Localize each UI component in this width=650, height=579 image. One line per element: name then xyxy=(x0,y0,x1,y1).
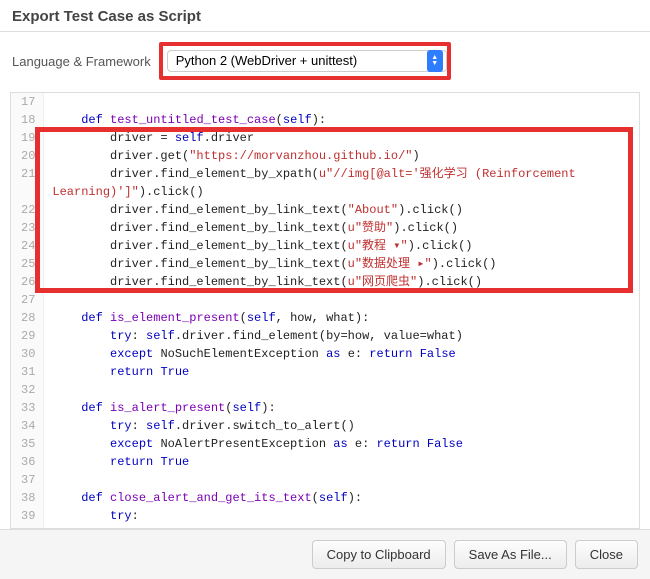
line-number: 23 xyxy=(11,219,44,237)
code-content[interactable]: except NoSuchElementException as e: retu… xyxy=(44,345,639,363)
code-line: 17 xyxy=(11,93,639,111)
code-content[interactable]: driver.find_element_by_link_text(u"数据处理 … xyxy=(44,255,639,273)
line-number: 27 xyxy=(11,291,44,309)
code-content[interactable]: def is_alert_present(self): xyxy=(44,399,639,417)
dialog-footer: Copy to Clipboard Save As File... Close xyxy=(0,529,650,579)
code-content[interactable] xyxy=(44,381,639,399)
code-content[interactable]: Learning)']").click() xyxy=(44,183,639,201)
code-line: 34 try: self.driver.switch_to_alert() xyxy=(11,417,639,435)
code-table: 1718 def test_untitled_test_case(self):1… xyxy=(11,93,639,528)
code-line: 25 driver.find_element_by_link_text(u"数据… xyxy=(11,255,639,273)
code-area: 1718 def test_untitled_test_case(self):1… xyxy=(10,92,640,529)
code-content[interactable]: try: self.driver.find_element(by=how, va… xyxy=(44,327,639,345)
code-line: 37 xyxy=(11,471,639,489)
dialog-title: Export Test Case as Script xyxy=(12,8,638,25)
code-line: 40 alert = self.driver.switch_to_alert() xyxy=(11,525,639,528)
highlight-frame-select: Python 2 (WebDriver + unittest) ▲▼ xyxy=(159,42,451,80)
code-content[interactable]: def close_alert_and_get_its_text(self): xyxy=(44,489,639,507)
code-content[interactable]: alert = self.driver.switch_to_alert() xyxy=(44,525,639,528)
line-number: 26 xyxy=(11,273,44,291)
code-content[interactable]: driver = self.driver xyxy=(44,129,639,147)
line-number: 40 xyxy=(11,525,44,528)
code-line: 21 driver.find_element_by_xpath(u"//img[… xyxy=(11,165,639,183)
code-line: 38 def close_alert_and_get_its_text(self… xyxy=(11,489,639,507)
code-content[interactable] xyxy=(44,471,639,489)
line-number: 24 xyxy=(11,237,44,255)
code-content[interactable]: driver.find_element_by_link_text(u"赞助").… xyxy=(44,219,639,237)
line-number: 25 xyxy=(11,255,44,273)
line-number: 38 xyxy=(11,489,44,507)
line-number: 19 xyxy=(11,129,44,147)
line-number: 28 xyxy=(11,309,44,327)
line-number: 30 xyxy=(11,345,44,363)
code-content[interactable]: return True xyxy=(44,363,639,381)
line-number: 36 xyxy=(11,453,44,471)
code-line: Learning)']").click() xyxy=(11,183,639,201)
code-line: 36 return True xyxy=(11,453,639,471)
code-line: 24 driver.find_element_by_link_text(u"教程… xyxy=(11,237,639,255)
code-content[interactable]: driver.find_element_by_link_text("About"… xyxy=(44,201,639,219)
code-content[interactable]: def test_untitled_test_case(self): xyxy=(44,111,639,129)
code-line: 32 xyxy=(11,381,639,399)
save-as-file-button[interactable]: Save As File... xyxy=(454,540,567,569)
code-line: 23 driver.find_element_by_link_text(u"赞助… xyxy=(11,219,639,237)
code-content[interactable]: except NoAlertPresentException as e: ret… xyxy=(44,435,639,453)
code-line: 20 driver.get("https://morvanzhou.github… xyxy=(11,147,639,165)
code-line: 35 except NoAlertPresentException as e: … xyxy=(11,435,639,453)
line-number: 34 xyxy=(11,417,44,435)
line-number: 17 xyxy=(11,93,44,111)
code-content[interactable]: driver.find_element_by_link_text(u"网页爬虫"… xyxy=(44,273,639,291)
line-number: 33 xyxy=(11,399,44,417)
code-content[interactable]: return True xyxy=(44,453,639,471)
line-number: 29 xyxy=(11,327,44,345)
code-line: 19 driver = self.driver xyxy=(11,129,639,147)
code-content[interactable]: def is_element_present(self, how, what): xyxy=(44,309,639,327)
code-line: 33 def is_alert_present(self): xyxy=(11,399,639,417)
line-number: 31 xyxy=(11,363,44,381)
export-dialog: Export Test Case as Script Language & Fr… xyxy=(0,0,650,579)
code-line: 39 try: xyxy=(11,507,639,525)
line-number: 35 xyxy=(11,435,44,453)
close-button[interactable]: Close xyxy=(575,540,638,569)
language-row: Language & Framework Python 2 (WebDriver… xyxy=(0,32,650,92)
line-number: 37 xyxy=(11,471,44,489)
code-content[interactable]: try: self.driver.switch_to_alert() xyxy=(44,417,639,435)
code-scroll[interactable]: 1718 def test_untitled_test_case(self):1… xyxy=(11,93,639,528)
code-line: 18 def test_untitled_test_case(self): xyxy=(11,111,639,129)
code-line: 26 driver.find_element_by_link_text(u"网页… xyxy=(11,273,639,291)
line-number: 18 xyxy=(11,111,44,129)
language-select[interactable]: Python 2 (WebDriver + unittest) xyxy=(167,50,447,72)
dialog-header: Export Test Case as Script xyxy=(0,0,650,32)
code-line: 28 def is_element_present(self, how, wha… xyxy=(11,309,639,327)
line-number: 22 xyxy=(11,201,44,219)
line-number: 21 xyxy=(11,165,44,183)
language-label: Language & Framework xyxy=(12,54,151,69)
code-content[interactable]: try: xyxy=(44,507,639,525)
code-line: 30 except NoSuchElementException as e: r… xyxy=(11,345,639,363)
line-number: 39 xyxy=(11,507,44,525)
line-number xyxy=(11,183,44,201)
line-number: 32 xyxy=(11,381,44,399)
code-content[interactable]: driver.find_element_by_link_text(u"教程 ▾"… xyxy=(44,237,639,255)
code-content[interactable]: driver.get("https://morvanzhou.github.io… xyxy=(44,147,639,165)
code-content[interactable]: driver.find_element_by_xpath(u"//img[@al… xyxy=(44,165,639,183)
code-line: 29 try: self.driver.find_element(by=how,… xyxy=(11,327,639,345)
code-content[interactable] xyxy=(44,93,639,111)
code-content[interactable] xyxy=(44,291,639,309)
copy-to-clipboard-button[interactable]: Copy to Clipboard xyxy=(312,540,446,569)
code-line: 31 return True xyxy=(11,363,639,381)
code-line: 22 driver.find_element_by_link_text("Abo… xyxy=(11,201,639,219)
line-number: 20 xyxy=(11,147,44,165)
code-line: 27 xyxy=(11,291,639,309)
